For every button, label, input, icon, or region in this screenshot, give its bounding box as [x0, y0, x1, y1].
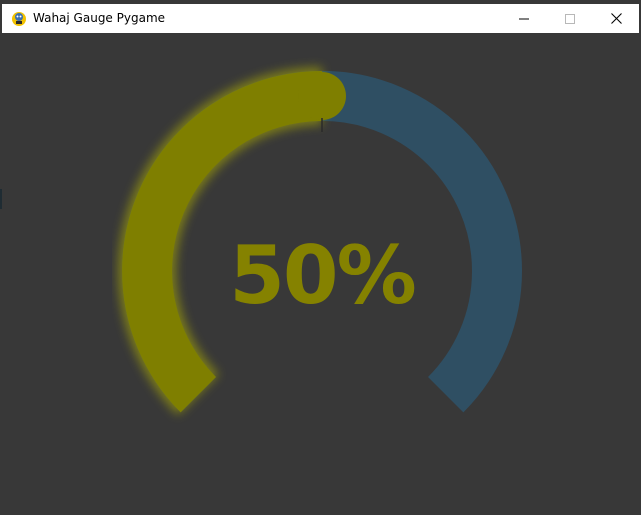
- close-button[interactable]: [593, 4, 639, 33]
- close-icon: [610, 9, 622, 28]
- maximize-icon: [565, 9, 575, 28]
- app-window: Wahaj Gauge Pygame 50%: [0, 0, 641, 515]
- window-title: Wahaj Gauge Pygame: [33, 11, 166, 25]
- pygame-snake-icon: [11, 11, 27, 27]
- window-controls: [501, 4, 639, 33]
- minimize-icon: [519, 9, 529, 28]
- gauge-knob[interactable]: [298, 72, 346, 120]
- title-bar[interactable]: Wahaj Gauge Pygame: [2, 4, 639, 33]
- maximize-button[interactable]: [547, 4, 593, 33]
- gauge-percentage-label: 50%: [229, 229, 416, 322]
- gauge-canvas: 50%: [0, 33, 641, 515]
- minimize-button[interactable]: [501, 4, 547, 33]
